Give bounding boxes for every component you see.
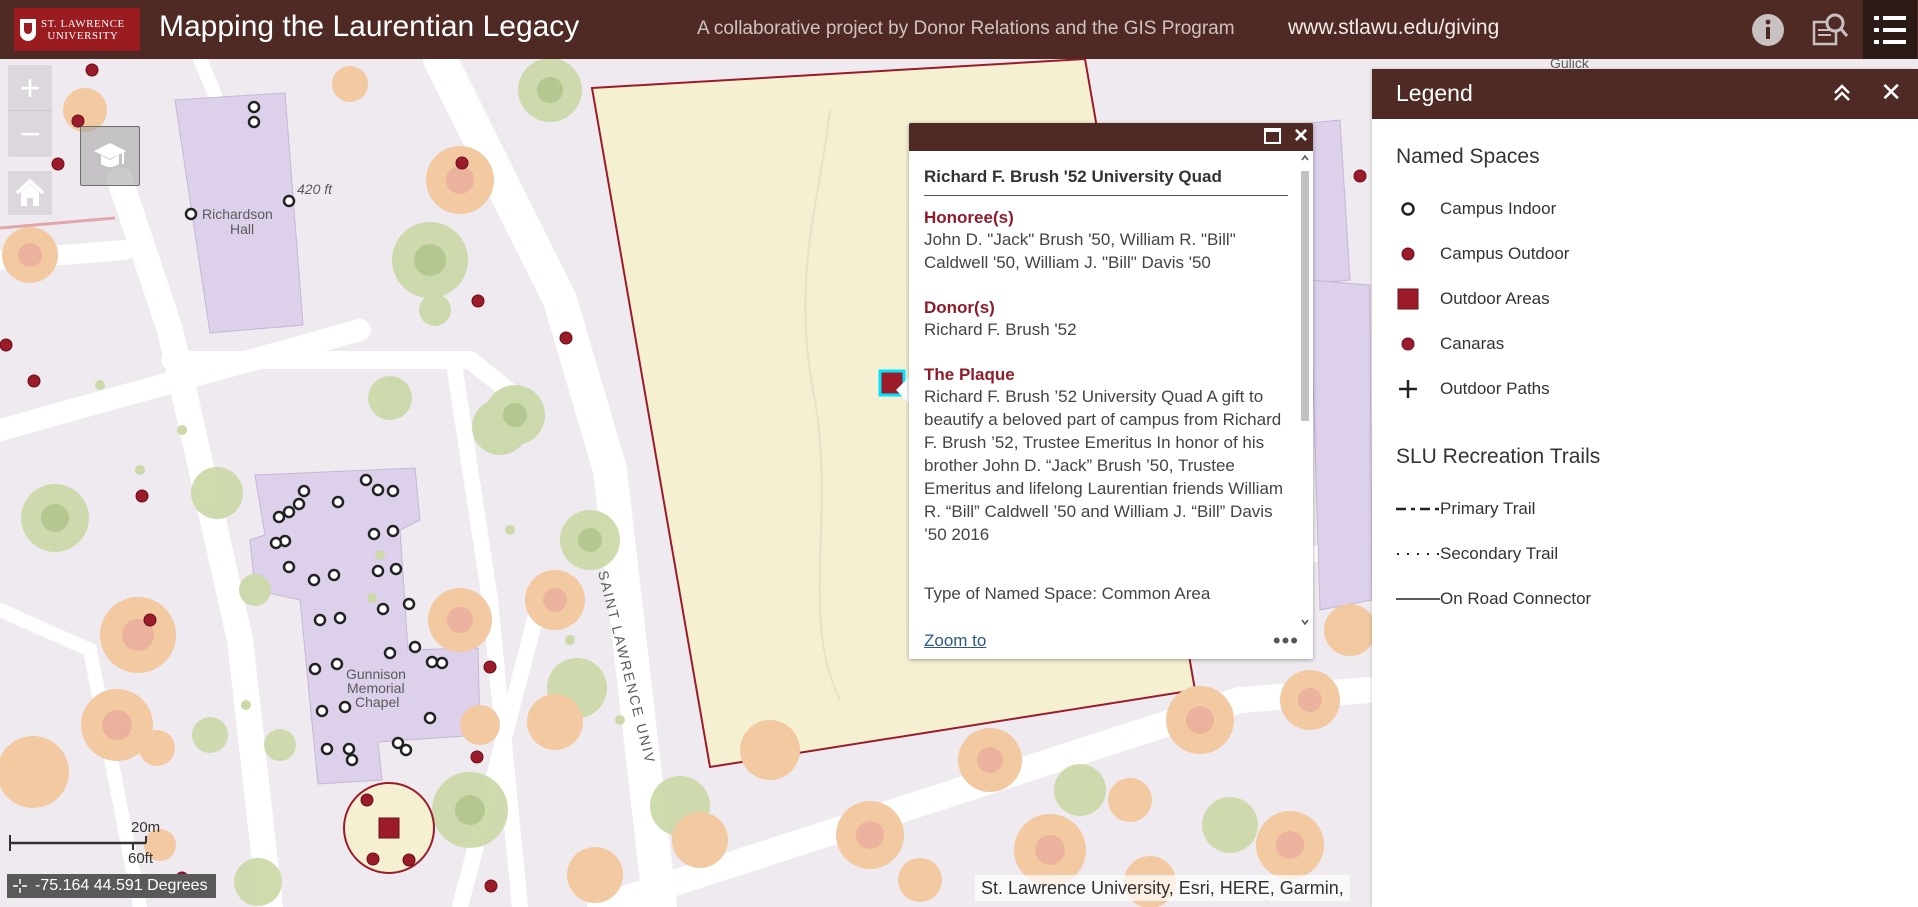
legend-title: Legend	[1396, 80, 1473, 106]
legend-item-outdoor-paths: Outdoor Paths	[1396, 377, 1550, 401]
label-elevation: 420 ft	[297, 181, 333, 197]
plaque-value: Richard F. Brush ’52 University Quad A g…	[924, 387, 1284, 544]
popup-content: Richard F. Brush '52 University Quad Hon…	[924, 151, 1288, 611]
giving-url[interactable]: www.stlawu.edu/giving	[1288, 16, 1499, 40]
legend-toggle-button[interactable]	[1863, 0, 1917, 59]
zoom-to-link[interactable]: Zoom to	[924, 631, 986, 651]
feature-popup: × Richard F. Brush '52 University Quad H…	[909, 123, 1313, 659]
legend-item-campus-indoor: Campus Indoor	[1396, 197, 1556, 221]
legend-close-icon[interactable]: ✕	[1880, 78, 1902, 106]
scale-metric-label: 20m	[131, 819, 161, 836]
canaras-symbol	[1401, 337, 1415, 351]
app-title: Mapping the Laurentian Legacy	[159, 10, 580, 43]
outdoor-areas-symbol	[1397, 288, 1419, 310]
scale-imperial-label: 60ft	[128, 850, 154, 867]
university-logo[interactable]: ST. LAWRENCE UNIVERSITY	[14, 8, 140, 51]
legend-header: Legend ✕	[1372, 69, 1918, 119]
zoom-in-button[interactable]: +	[8, 65, 52, 111]
zoom-out-button[interactable]: −	[8, 111, 52, 157]
query-icon	[1812, 13, 1849, 45]
plaque-label: The Plaque	[924, 365, 1015, 384]
secondary-trail-symbol	[1397, 553, 1440, 555]
app-subtitle: A collaborative project by Donor Relatio…	[697, 18, 1235, 39]
legend-section-named-spaces: Named Spaces	[1396, 145, 1540, 168]
logo-line-1: ST. LAWRENCE	[41, 17, 125, 30]
honorees-label: Honoree(s)	[924, 208, 1014, 227]
honorees-value: John D. "Jack" Brush '50, William R. "Bi…	[924, 230, 1236, 272]
legend-list-icon	[1874, 15, 1906, 44]
label-richardson: Richardson	[202, 206, 273, 222]
campus-indoor-symbol	[1401, 202, 1415, 216]
home-icon	[15, 178, 45, 206]
legend-item-campus-outdoor: Campus Outdoor	[1396, 242, 1569, 266]
basemap-toggle-button[interactable]	[80, 126, 140, 186]
shield-icon	[20, 18, 36, 41]
app-header: ST. LAWRENCE UNIVERSITY Mapping the Laur…	[0, 0, 1918, 59]
crosshair-icon	[13, 879, 27, 893]
legend-item-primary-trail: Primary Trail	[1396, 497, 1535, 521]
legend-section-trails: SLU Recreation Trails	[1396, 445, 1601, 468]
legend-item-outdoor-areas: Outdoor Areas	[1396, 287, 1550, 311]
popup-close-icon[interactable]: ×	[1294, 124, 1308, 148]
label-richardson-hall: Hall	[230, 221, 254, 237]
legend-item-on-road-connector: On Road Connector	[1396, 587, 1591, 611]
zoom-controls: + −	[8, 65, 52, 157]
query-button[interactable]	[1803, 0, 1857, 59]
outdoor-paths-symbol	[1399, 380, 1417, 398]
popup-pointer	[896, 376, 910, 404]
popup-title: Richard F. Brush '52 University Quad	[924, 151, 1288, 196]
donors-label: Donor(s)	[924, 298, 995, 317]
map-attribution: St. Lawrence University, Esri, HERE, Gar…	[975, 875, 1350, 901]
coordinate-readout[interactable]: -75.164 44.591 Degrees	[7, 874, 216, 898]
popup-footer: Zoom to •••	[924, 629, 1299, 653]
more-actions-button[interactable]: •••	[1273, 630, 1299, 652]
coordinate-text: -75.164 44.591 Degrees	[35, 877, 208, 894]
legend-item-canaras: Canaras	[1396, 332, 1504, 356]
home-button[interactable]	[8, 171, 52, 215]
popup-scroll-thumb[interactable]	[1301, 171, 1309, 421]
app-root: Richardson Hall Gunnison Memorial Chapel…	[0, 0, 1918, 907]
collapse-icon[interactable]	[1830, 81, 1854, 105]
popup-header: ×	[909, 123, 1313, 151]
donors-value: Richard F. Brush '52	[924, 320, 1077, 339]
label-chapel: Chapel	[355, 694, 399, 710]
graduation-cap-icon	[94, 143, 126, 167]
outdoor-area-square	[378, 817, 400, 839]
on-road-connector-symbol	[1396, 598, 1440, 600]
info-icon	[1752, 13, 1784, 46]
logo-line-2: UNIVERSITY	[47, 29, 119, 42]
space-type: Type of Named Space: Common Area	[924, 584, 1211, 603]
legend-panel: Legend ✕ Named Spaces Campus Indoor Camp…	[1372, 69, 1918, 907]
legend-item-secondary-trail: Secondary Trail	[1396, 542, 1558, 566]
campus-outdoor-symbol	[1401, 247, 1415, 261]
primary-trail-symbol	[1396, 507, 1440, 511]
maximize-icon[interactable]	[1264, 128, 1281, 144]
info-button[interactable]	[1741, 0, 1795, 59]
